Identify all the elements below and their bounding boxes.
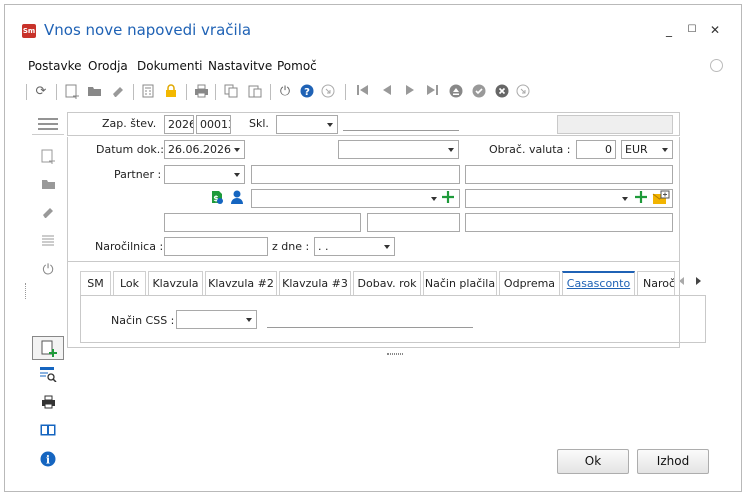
toolbar-separator [186, 84, 187, 100]
chevron-down-icon [448, 148, 454, 152]
copy-icon[interactable] [223, 84, 239, 100]
ok-button[interactable]: Ok [557, 449, 629, 474]
tab-scroll-right-icon[interactable] [694, 276, 702, 286]
sidebar-divider [32, 134, 64, 135]
skl-name-field[interactable] [343, 130, 459, 131]
datum-value: 26.06.2026 [168, 143, 231, 156]
toolbar-separator [133, 84, 134, 100]
menu-pomoc[interactable]: Pomoč [277, 59, 317, 73]
sidebar-list-icon[interactable] [38, 233, 58, 251]
sidebar-columns-icon[interactable] [38, 423, 58, 441]
menu-dokumenti[interactable]: Dokumenti [137, 59, 202, 73]
datum-label: Datum dok.: [96, 143, 164, 156]
last-record-icon[interactable] [424, 84, 440, 100]
skl-combo[interactable] [276, 115, 338, 134]
toolbar-separator [215, 84, 216, 100]
sidebar-power-icon[interactable]: ⏻ [38, 261, 58, 279]
zdne-date-picker[interactable]: . . [314, 237, 395, 256]
user-icon[interactable] [229, 189, 245, 205]
sidebar-new-document-button[interactable] [32, 336, 64, 360]
country-field[interactable] [465, 213, 673, 232]
cancel-icon[interactable] [494, 84, 510, 100]
zap-year-field[interactable]: 2026 [164, 115, 194, 134]
sidebar-folder-icon[interactable] [38, 177, 58, 195]
add-partner-address-icon[interactable] [441, 190, 457, 206]
arrow-circle-icon[interactable] [320, 84, 336, 100]
svg-text:i: i [46, 454, 50, 467]
sidebar-print-icon[interactable] [38, 395, 58, 413]
chevron-down-icon [662, 148, 668, 152]
chevron-down-icon [234, 173, 240, 177]
zdne-label: z dne : [272, 240, 310, 253]
svg-text:?: ? [304, 87, 310, 98]
datum-date-picker[interactable]: 26.06.2026 [164, 140, 245, 159]
postal-field[interactable] [164, 213, 361, 232]
help-icon[interactable]: ? [299, 84, 315, 100]
collapse-ribbon-icon[interactable] [710, 59, 723, 72]
toolbar-grip [26, 84, 27, 100]
forward-circle-icon[interactable] [515, 84, 531, 100]
paste-icon[interactable] [247, 84, 263, 100]
refresh-icon[interactable]: ⟳ [33, 84, 49, 100]
zap-number-field[interactable]: 00013 [196, 115, 231, 134]
exit-button[interactable]: Izhod [637, 449, 709, 474]
partner-address-combo[interactable] [251, 189, 460, 208]
sidebar-eraser-icon[interactable] [38, 205, 58, 223]
toolbar-separator [270, 84, 271, 100]
menu-nastavitve[interactable]: Nastavitve [208, 59, 272, 73]
doc-type-combo[interactable] [338, 140, 459, 159]
hamburger-menu-icon[interactable] [38, 117, 58, 135]
toolbar-separator [345, 84, 346, 100]
partner-name-field[interactable] [251, 165, 460, 184]
obrac-amount-field[interactable]: 0 [576, 140, 616, 159]
partner-label: Partner : [114, 168, 162, 181]
toolbar-separator [56, 84, 57, 100]
lock-icon[interactable] [163, 84, 179, 100]
print-icon[interactable] [193, 84, 209, 100]
chevron-down-icon [327, 123, 333, 127]
add-contact-icon[interactable] [634, 190, 650, 206]
first-record-icon[interactable] [355, 84, 371, 100]
currency-combo[interactable]: EUR [621, 140, 673, 159]
narocilnica-field[interactable] [164, 237, 268, 256]
folder-icon[interactable] [86, 84, 102, 100]
chevron-down-icon [622, 197, 628, 201]
info-icon[interactable]: i [38, 451, 58, 469]
chevron-down-icon [234, 148, 240, 152]
chevron-down-icon [431, 197, 437, 201]
obrac-valuta-label: Obrač. valuta : [489, 143, 571, 156]
search-list-icon[interactable] [38, 366, 58, 384]
city-field[interactable] [367, 213, 460, 232]
partner-combo[interactable] [164, 165, 245, 184]
new-document-icon[interactable] [64, 84, 80, 100]
eraser-icon[interactable] [110, 84, 126, 100]
skl-label: Skl. [249, 117, 269, 130]
eject-icon[interactable] [448, 84, 464, 100]
calculator-icon[interactable] [140, 84, 156, 100]
money-search-icon[interactable]: $ [209, 189, 225, 205]
menu-postavke[interactable]: Postavke [28, 59, 81, 73]
narocilnica-label: Naročilnica : [95, 240, 164, 253]
currency-value: EUR [625, 143, 648, 156]
zdne-value: . . [318, 240, 329, 253]
maximize-button[interactable]: ☐ [684, 22, 700, 38]
confirm-icon[interactable] [471, 84, 487, 100]
close-button[interactable]: ✕ [707, 22, 723, 38]
menu-orodja[interactable]: Orodja [88, 59, 128, 73]
status-field [557, 115, 673, 134]
sidebar-grip [25, 283, 26, 299]
next-record-icon[interactable] [402, 84, 418, 100]
window-title: Vnos nove napovedi vračila [44, 21, 252, 39]
partner-name2-field[interactable] [465, 165, 673, 184]
sidebar-new-icon[interactable] [38, 149, 58, 167]
chevron-down-icon [384, 245, 390, 249]
previous-record-icon[interactable] [379, 84, 395, 100]
tab-area-frame [67, 262, 680, 348]
splitter-handle[interactable] [387, 353, 403, 355]
power-icon[interactable]: ⏻ [277, 84, 293, 100]
zap-label: Zap. štev. [102, 117, 157, 130]
app-logo-icon: Sm [22, 24, 36, 38]
minimize-button[interactable]: _ [661, 22, 677, 38]
mail-add-icon[interactable] [652, 190, 670, 206]
